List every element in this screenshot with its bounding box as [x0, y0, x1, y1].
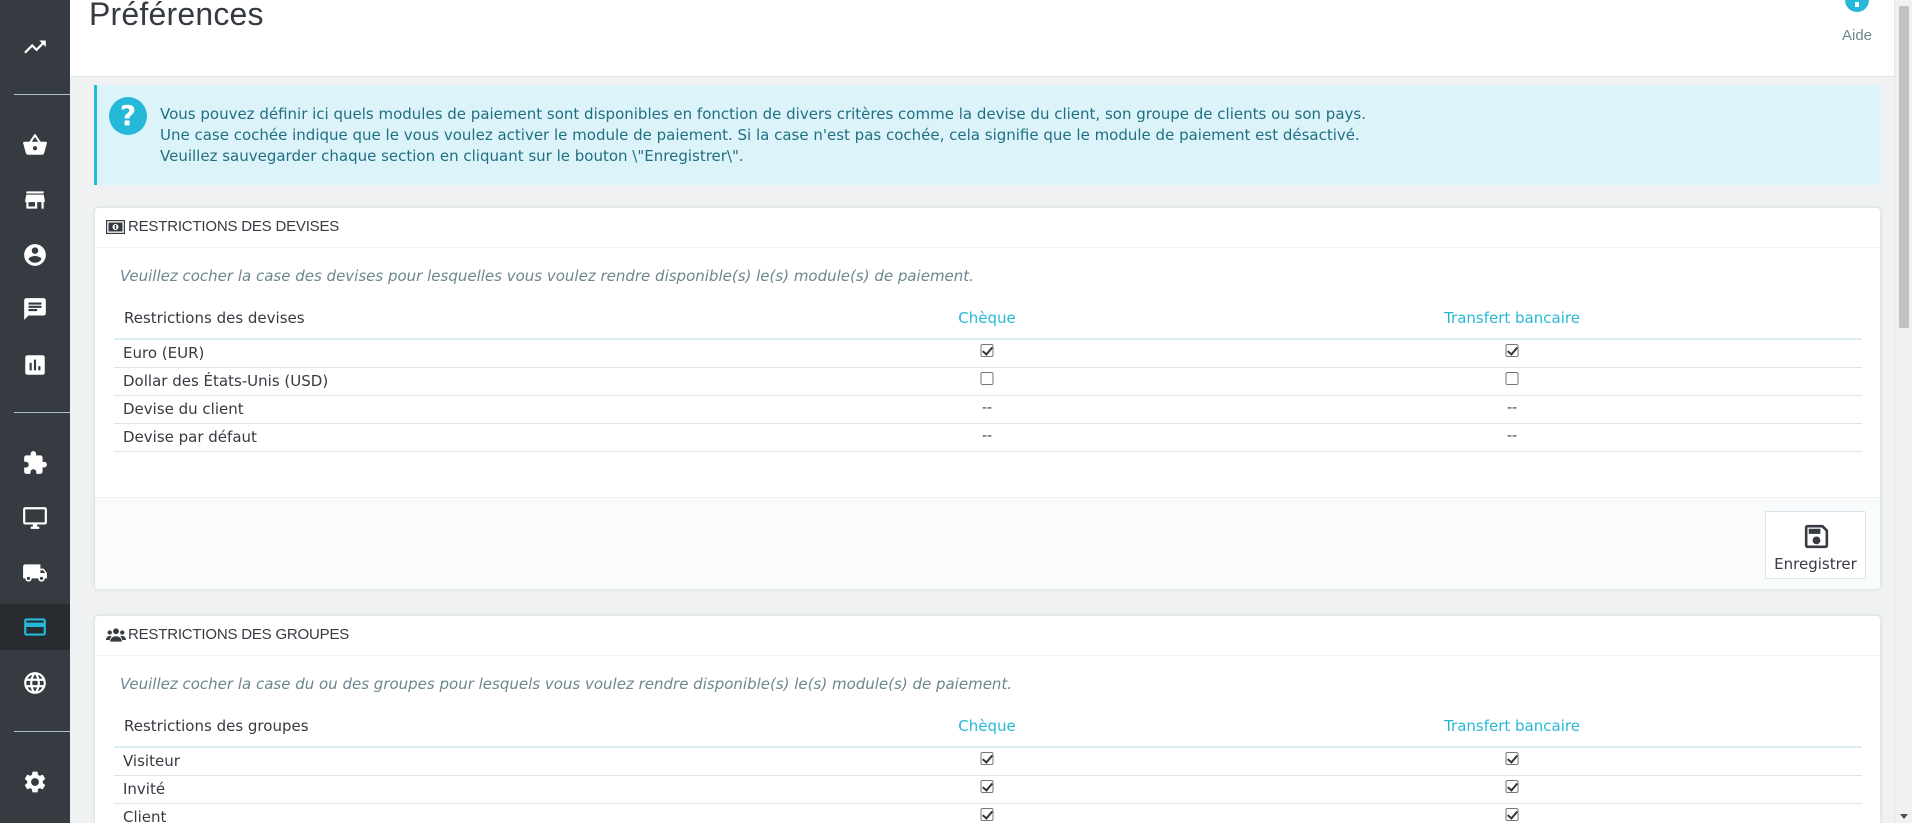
checkbox-cheque-eur[interactable]	[980, 344, 994, 357]
empty-value: --	[1506, 428, 1518, 444]
alert-line: Veuillez sauvegarder chaque section en c…	[160, 147, 744, 165]
panel-title: RESTRICTIONS DES DEVISES	[128, 218, 340, 235]
puzzle-icon	[24, 451, 47, 474]
credit-card-icon	[24, 618, 46, 636]
nav-settings[interactable]	[0, 759, 70, 805]
panel-footer: Enregistrer	[95, 497, 1880, 589]
checkbox-transfer-eur[interactable]	[1505, 344, 1519, 357]
checkbox-transfer-guest[interactable]	[1505, 780, 1519, 793]
panel-description: Veuillez cocher la case du ou des groupe…	[120, 675, 1013, 693]
empty-value: --	[1506, 400, 1518, 416]
save-button-label: Enregistrer	[1774, 555, 1857, 573]
scroll-down-arrow-icon[interactable]	[1900, 814, 1908, 819]
scrollbar-thumb[interactable]	[1899, 6, 1909, 328]
checkbox-transfer-visitor[interactable]	[1505, 752, 1519, 765]
row-label: Visiteur	[123, 752, 180, 770]
empty-value: --	[981, 400, 993, 416]
panel-heading: RESTRICTIONS DES DEVISES	[95, 208, 1880, 248]
trending-up-icon	[24, 40, 46, 54]
empty-value: --	[981, 428, 993, 444]
page-header: Préférences Aide	[70, 0, 1894, 77]
row-label: Client	[123, 808, 167, 823]
checkbox-cheque-visitor[interactable]	[980, 752, 994, 765]
column-header: Restrictions des devises	[124, 309, 305, 327]
page-scrollbar[interactable]	[1894, 0, 1912, 823]
money-icon	[106, 220, 125, 234]
save-icon	[1804, 524, 1829, 549]
table-row: Dollar des États-Unis (USD)	[114, 368, 1862, 396]
table-row: Client	[114, 804, 1862, 823]
panel-description: Veuillez cocher la case des devises pour…	[120, 267, 974, 285]
checkbox-cheque-guest[interactable]	[980, 780, 994, 793]
table-row: Visiteur	[114, 748, 1862, 776]
truck-icon	[23, 564, 47, 582]
currency-table: Restrictions des devises Chèque Transfer…	[114, 302, 1862, 452]
help-button[interactable]: Aide	[1832, 0, 1882, 50]
column-header-transfer[interactable]: Transfert bancaire	[1444, 717, 1580, 735]
help-label: Aide	[1841, 27, 1873, 44]
column-header: Restrictions des groupes	[124, 717, 309, 735]
nav-customers[interactable]	[0, 232, 70, 278]
alert-line: Vous pouvez définir ici quels modules de…	[160, 105, 1366, 123]
nav-divider	[14, 412, 70, 413]
sidebar-nav	[0, 0, 70, 823]
save-button[interactable]: Enregistrer	[1765, 511, 1866, 579]
group-restrictions-panel: RESTRICTIONS DES GROUPES Veuillez cocher…	[94, 615, 1881, 823]
row-label: Invité	[123, 780, 166, 798]
nav-orders[interactable]	[0, 122, 70, 168]
nav-divider	[14, 731, 70, 732]
column-header-transfer[interactable]: Transfert bancaire	[1444, 309, 1580, 327]
alert-line: Une case cochée indique que le vous voul…	[160, 126, 1360, 144]
chat-icon	[24, 298, 46, 320]
bar-chart-icon	[25, 355, 45, 375]
users-icon	[106, 628, 126, 642]
row-label: Devise du client	[123, 400, 244, 418]
panel-title: RESTRICTIONS DES GROUPES	[128, 626, 350, 643]
nav-design[interactable]	[0, 495, 70, 541]
checkbox-cheque-customer[interactable]	[980, 808, 994, 821]
nav-customer-service[interactable]	[0, 286, 70, 332]
column-header-cheque[interactable]: Chèque	[958, 717, 1015, 735]
help-icon	[1845, 0, 1869, 12]
question-icon: ?	[109, 97, 147, 135]
table-row: Devise par défaut -- --	[114, 424, 1862, 452]
basket-icon	[23, 134, 47, 155]
checkbox-transfer-customer[interactable]	[1505, 808, 1519, 821]
panel-heading: RESTRICTIONS DES GROUPES	[95, 616, 1880, 656]
table-row: Invité	[114, 776, 1862, 804]
globe-icon	[24, 672, 46, 694]
checkbox-cheque-usd[interactable]	[980, 372, 994, 385]
info-alert: ? Vous pouvez définir ici quels modules …	[94, 85, 1881, 185]
nav-catalog[interactable]	[0, 177, 70, 223]
gear-icon	[24, 771, 46, 793]
table-row: Euro (EUR)	[114, 340, 1862, 368]
monitor-icon	[23, 507, 47, 529]
table-header: Restrictions des devises Chèque Transfer…	[114, 302, 1862, 340]
table-header: Restrictions des groupes Chèque Transfer…	[114, 710, 1862, 748]
page-title: Préférences	[89, 0, 264, 32]
nav-international[interactable]	[0, 660, 70, 706]
nav-divider	[14, 94, 70, 95]
nav-shipping[interactable]	[0, 550, 70, 596]
row-label: Dollar des États-Unis (USD)	[123, 372, 329, 390]
account-icon	[24, 244, 46, 266]
table-row: Devise du client -- --	[114, 396, 1862, 424]
nav-dashboard[interactable]	[0, 24, 70, 70]
column-header-cheque[interactable]: Chèque	[958, 309, 1015, 327]
nav-payment[interactable]	[0, 604, 70, 650]
row-label: Euro (EUR)	[123, 344, 205, 362]
store-icon	[25, 191, 45, 209]
nav-modules[interactable]	[0, 440, 70, 486]
currency-restrictions-panel: RESTRICTIONS DES DEVISES Veuillez cocher…	[94, 207, 1881, 590]
group-table: Restrictions des groupes Chèque Transfer…	[114, 710, 1862, 823]
checkbox-transfer-usd[interactable]	[1505, 372, 1519, 385]
nav-stats[interactable]	[0, 342, 70, 388]
row-label: Devise par défaut	[123, 428, 257, 446]
